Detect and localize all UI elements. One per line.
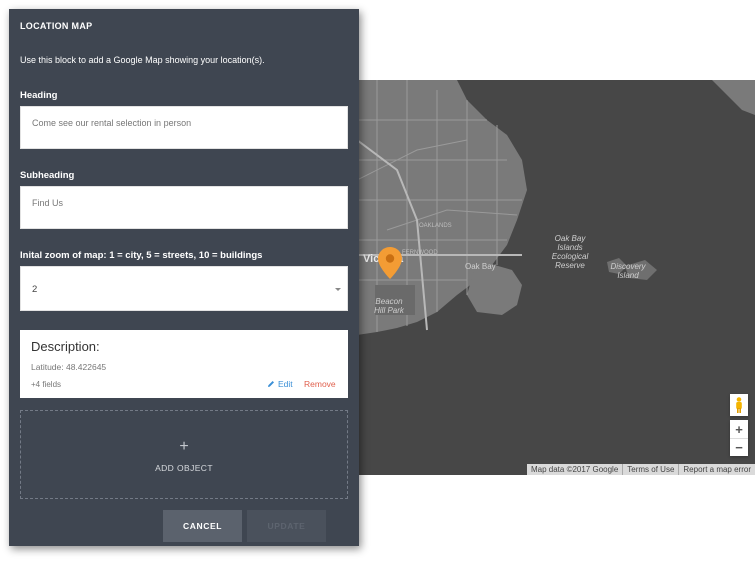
map-attribution: Map data ©2017 Google Terms of Use Repor… [526, 464, 755, 475]
map-label-oak-bay-islands: Oak Bay Islands Ecological Reserve [551, 234, 589, 270]
location-map[interactable]: Victoria OAKLANDS FERNWOOD Oak Bay Beaco… [357, 80, 755, 475]
map-label-oaklands: OAKLANDS [419, 223, 452, 229]
update-button[interactable]: UPDATE [247, 510, 326, 542]
add-object-button[interactable]: + ADD OBJECT [20, 410, 348, 499]
map-label-discovery-island: Discovery Island [610, 262, 646, 280]
map-data-credit: Map data ©2017 Google [530, 465, 619, 474]
street-view-pegman-icon[interactable] [730, 394, 748, 416]
location-map-editor-panel: LOCATION MAP Use this block to add a Goo… [9, 9, 359, 546]
map-zoom-controls: + − [730, 420, 748, 456]
subheading-label: Subheading [20, 170, 75, 181]
chevron-down-icon [335, 288, 341, 291]
terms-of-use-link[interactable]: Terms of Use [622, 464, 678, 475]
zoom-level-select[interactable]: 2 [20, 266, 348, 311]
zoom-level-value: 2 [32, 284, 38, 295]
map-label-oak-bay: Oak Bay [465, 262, 496, 271]
map-terrain [357, 80, 755, 335]
report-map-error-link[interactable]: Report a map error [678, 464, 755, 475]
map-label-fernwood: FERNWOOD [402, 250, 438, 256]
zoom-level-label: Inital zoom of map: 1 = city, 5 = street… [20, 250, 263, 261]
panel-description: Use this block to add a Google Map showi… [20, 55, 265, 65]
subheading-input[interactable]: Find Us [20, 186, 348, 229]
heading-input[interactable]: Come see our rental selection in person [20, 106, 348, 149]
map-object-card: Description: Latitude: 48.422645 +4 fiel… [20, 330, 348, 398]
zoom-out-button[interactable]: − [730, 438, 748, 456]
edit-label: Edit [278, 379, 293, 389]
object-more-fields: +4 fields [31, 380, 62, 389]
zoom-in-button[interactable]: + [730, 420, 748, 438]
cancel-button[interactable]: CANCEL [163, 510, 242, 542]
add-object-label: ADD OBJECT [155, 463, 213, 473]
location-pin-icon[interactable] [377, 246, 403, 280]
edit-object-button[interactable]: Edit [267, 379, 293, 389]
pencil-icon [268, 381, 274, 387]
heading-label: Heading [20, 90, 58, 101]
plus-icon: + [179, 438, 189, 455]
panel-title: LOCATION MAP [20, 21, 93, 31]
remove-object-button[interactable]: Remove [304, 379, 336, 389]
object-latitude: Latitude: 48.422645 [31, 362, 107, 372]
object-title: Description: [31, 339, 100, 354]
map-label-beacon-hill: Beacon Hill Park [374, 297, 404, 315]
